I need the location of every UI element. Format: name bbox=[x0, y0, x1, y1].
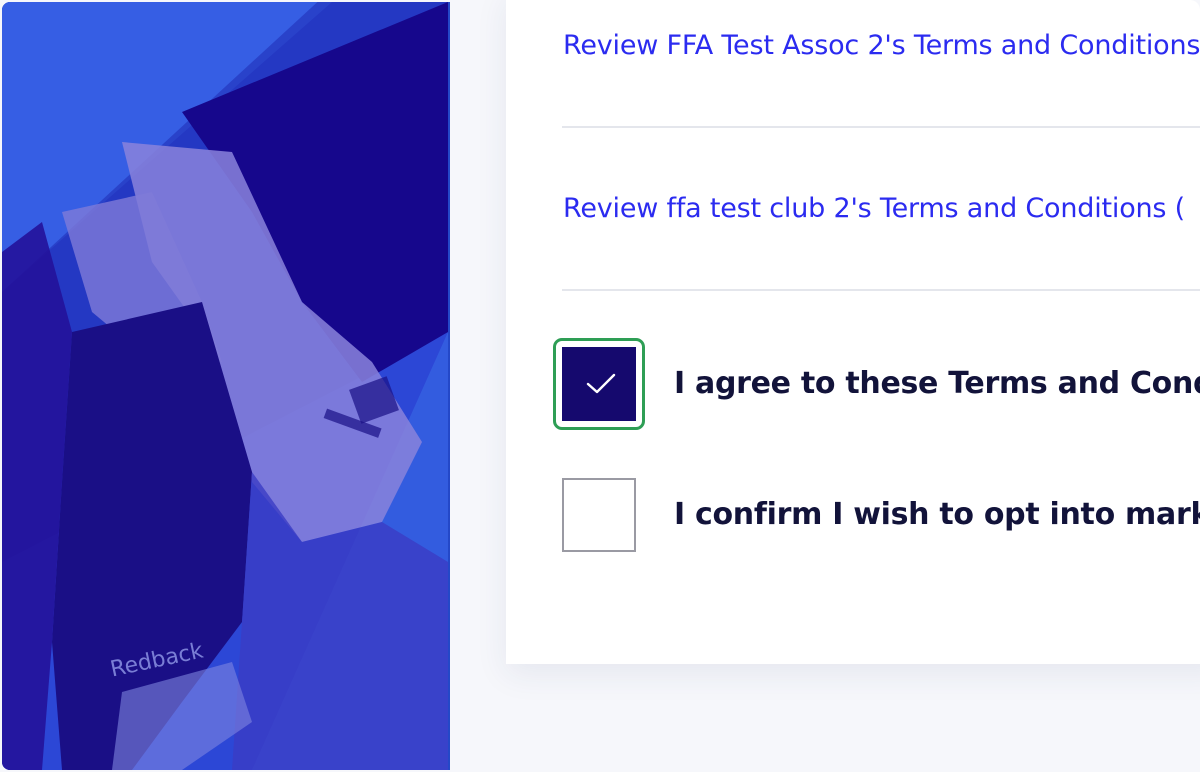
marketing-opt-in-checkbox[interactable] bbox=[562, 478, 636, 552]
window-frame: Redback Review FFA Test Assoc 2's Terms … bbox=[0, 0, 1200, 772]
divider bbox=[562, 289, 1200, 291]
agree-terms-label: I agree to these Terms and Conditions bbox=[674, 366, 1200, 401]
agree-terms-row: I agree to these Terms and Conditions bbox=[553, 338, 1200, 430]
terms-card: Review FFA Test Assoc 2's Terms and Cond… bbox=[506, 0, 1200, 664]
marketing-opt-in-label: I confirm I wish to opt into marketing bbox=[674, 497, 1200, 532]
hero-image-panel: Redback bbox=[2, 2, 448, 770]
review-club-terms-link[interactable]: Review ffa test club 2's Terms and Condi… bbox=[563, 193, 1185, 224]
agree-terms-checkbox[interactable] bbox=[562, 347, 636, 421]
marketing-opt-in-row: I confirm I wish to opt into marketing bbox=[562, 478, 1200, 552]
divider bbox=[562, 126, 1200, 128]
hero-edge bbox=[448, 2, 450, 770]
review-assoc-terms-link[interactable]: Review FFA Test Assoc 2's Terms and Cond… bbox=[563, 30, 1200, 61]
athlete-photo-icon: Redback bbox=[2, 2, 448, 770]
check-icon bbox=[586, 373, 616, 394]
